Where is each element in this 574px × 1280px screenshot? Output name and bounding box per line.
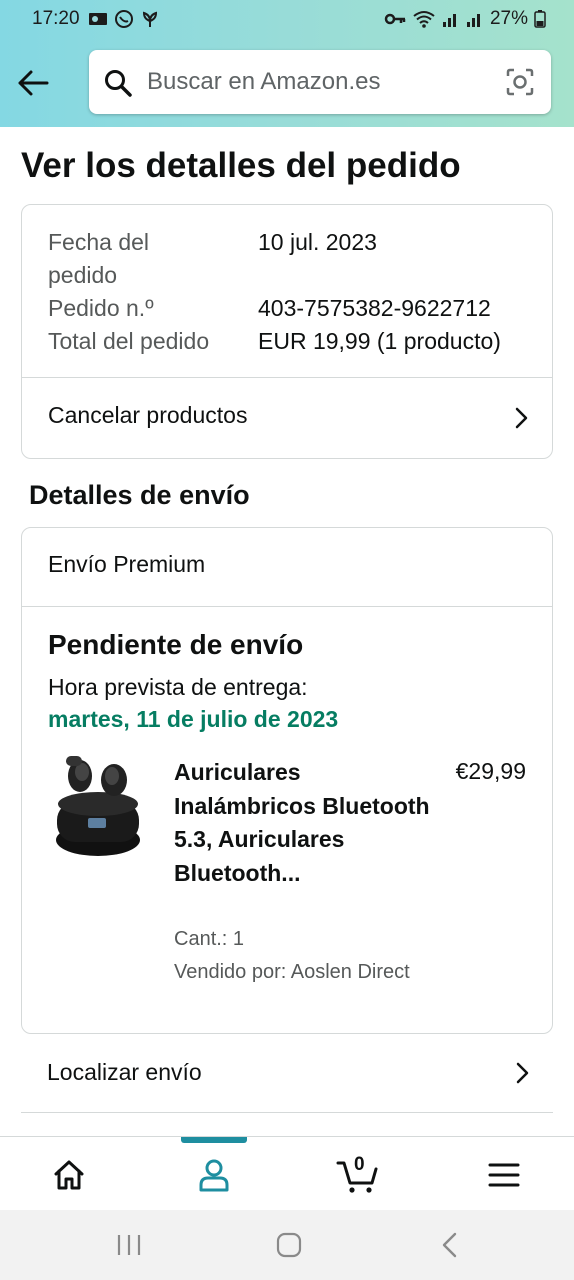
- search-icon: [105, 70, 132, 97]
- order-total-label: Total del pedido: [48, 328, 210, 354]
- whatsapp-icon: [115, 10, 133, 28]
- wifi-icon: [413, 11, 435, 28]
- shipping-section-title: Detalles de envío: [29, 480, 250, 510]
- status-time: 17:20: [32, 8, 80, 29]
- track-shipment-label: Localizar envío: [47, 1059, 202, 1085]
- order-number-label: Pedido n.º: [48, 295, 154, 321]
- search-input[interactable]: Buscar en Amazon.es: [147, 68, 380, 96]
- notification-icons: [88, 9, 160, 29]
- battery-icon: [534, 10, 546, 28]
- divider: [22, 606, 552, 607]
- signal-icon: [442, 14, 456, 27]
- camera-search-icon[interactable]: [505, 67, 535, 97]
- cancel-products-row[interactable]: Cancelar productos: [22, 378, 552, 459]
- order-total-value: EUR 19,99 (1 producto): [258, 328, 501, 354]
- outlook-icon: [89, 13, 107, 25]
- signal-icon-2: [466, 14, 480, 27]
- eta-date: martes, 11 de julio de 2023: [48, 706, 339, 732]
- order-date-label-line1: Fecha del: [48, 229, 150, 255]
- status-bar: 17:20 27%: [0, 0, 574, 38]
- bottom-nav: [0, 1136, 574, 1210]
- shipping-type: Envío Premium: [48, 551, 206, 577]
- status-right: 27%: [384, 8, 546, 30]
- active-tab-indicator: [181, 1137, 247, 1143]
- order-summary-card: Fecha del pedido 10 jul. 2023 Pedido n.º…: [21, 204, 553, 459]
- page-title: Ver los detalles del pedido: [21, 146, 461, 185]
- product-title-link[interactable]: Auriculares Inalámbricos Bluetooth 5.3, …: [174, 756, 444, 890]
- menu-icon[interactable]: [484, 1155, 524, 1195]
- app-header: 17:20 27% Buscar en Amazon.es: [0, 0, 574, 127]
- chevron-right-icon: [515, 407, 528, 429]
- chevron-right-icon: [516, 1062, 529, 1084]
- cancel-products-label: Cancelar productos: [48, 402, 248, 428]
- system-navigation-bar: [0, 1210, 574, 1280]
- cart-count-badge: 0: [354, 1154, 365, 1175]
- order-date-label-line2: pedido: [48, 262, 118, 288]
- product-quantity: Cant.: 1: [174, 928, 245, 950]
- home-system-icon[interactable]: [276, 1232, 302, 1258]
- order-number-value: 403-7575382-9622712: [258, 295, 491, 321]
- back-arrow-icon[interactable]: [16, 66, 50, 100]
- product-price: €29,99: [455, 758, 526, 784]
- product-image[interactable]: [52, 754, 144, 860]
- order-date-value: 10 jul. 2023: [258, 229, 377, 255]
- key-icon: [384, 13, 406, 25]
- shipment-card: Envío Premium Pendiente de envío Hora pr…: [21, 527, 553, 1034]
- search-bar[interactable]: Buscar en Amazon.es: [89, 50, 551, 114]
- shipment-status: Pendiente de envío: [48, 629, 304, 660]
- product-seller: Vendido por: Aoslen Direct: [174, 961, 410, 983]
- eta-label: Hora prevista de entrega:: [48, 674, 308, 700]
- track-shipment-row[interactable]: Localizar envío: [21, 1036, 553, 1113]
- battery-percent: 27%: [489, 8, 528, 29]
- home-icon[interactable]: [49, 1155, 89, 1195]
- recent-apps-icon[interactable]: [116, 1233, 142, 1257]
- back-system-icon[interactable]: [440, 1232, 460, 1258]
- plant-icon: [142, 11, 158, 27]
- account-icon[interactable]: [194, 1155, 234, 1195]
